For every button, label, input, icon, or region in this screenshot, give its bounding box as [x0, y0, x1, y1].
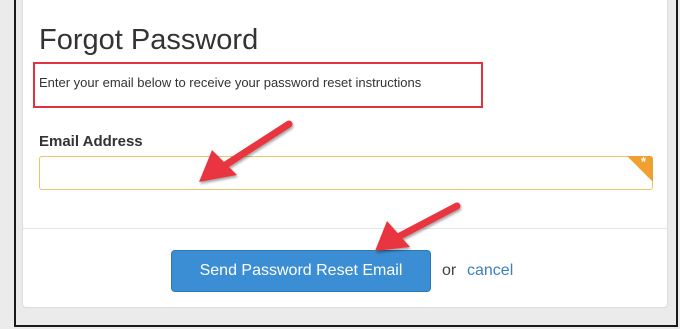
form-divider: [23, 228, 667, 229]
page-title: Forgot Password: [39, 24, 259, 56]
required-star-icon: *: [641, 154, 647, 169]
email-field[interactable]: [39, 156, 653, 190]
forgot-password-panel: Forgot Password Enter your email below t…: [22, 0, 668, 308]
email-label: Email Address: [39, 133, 143, 150]
send-password-reset-button[interactable]: Send Password Reset Email: [171, 250, 431, 292]
required-indicator: [627, 156, 653, 182]
or-separator: or: [442, 262, 457, 279]
cancel-link[interactable]: cancel: [467, 262, 513, 280]
instructions-text: Enter your email below to receive your p…: [39, 75, 422, 90]
